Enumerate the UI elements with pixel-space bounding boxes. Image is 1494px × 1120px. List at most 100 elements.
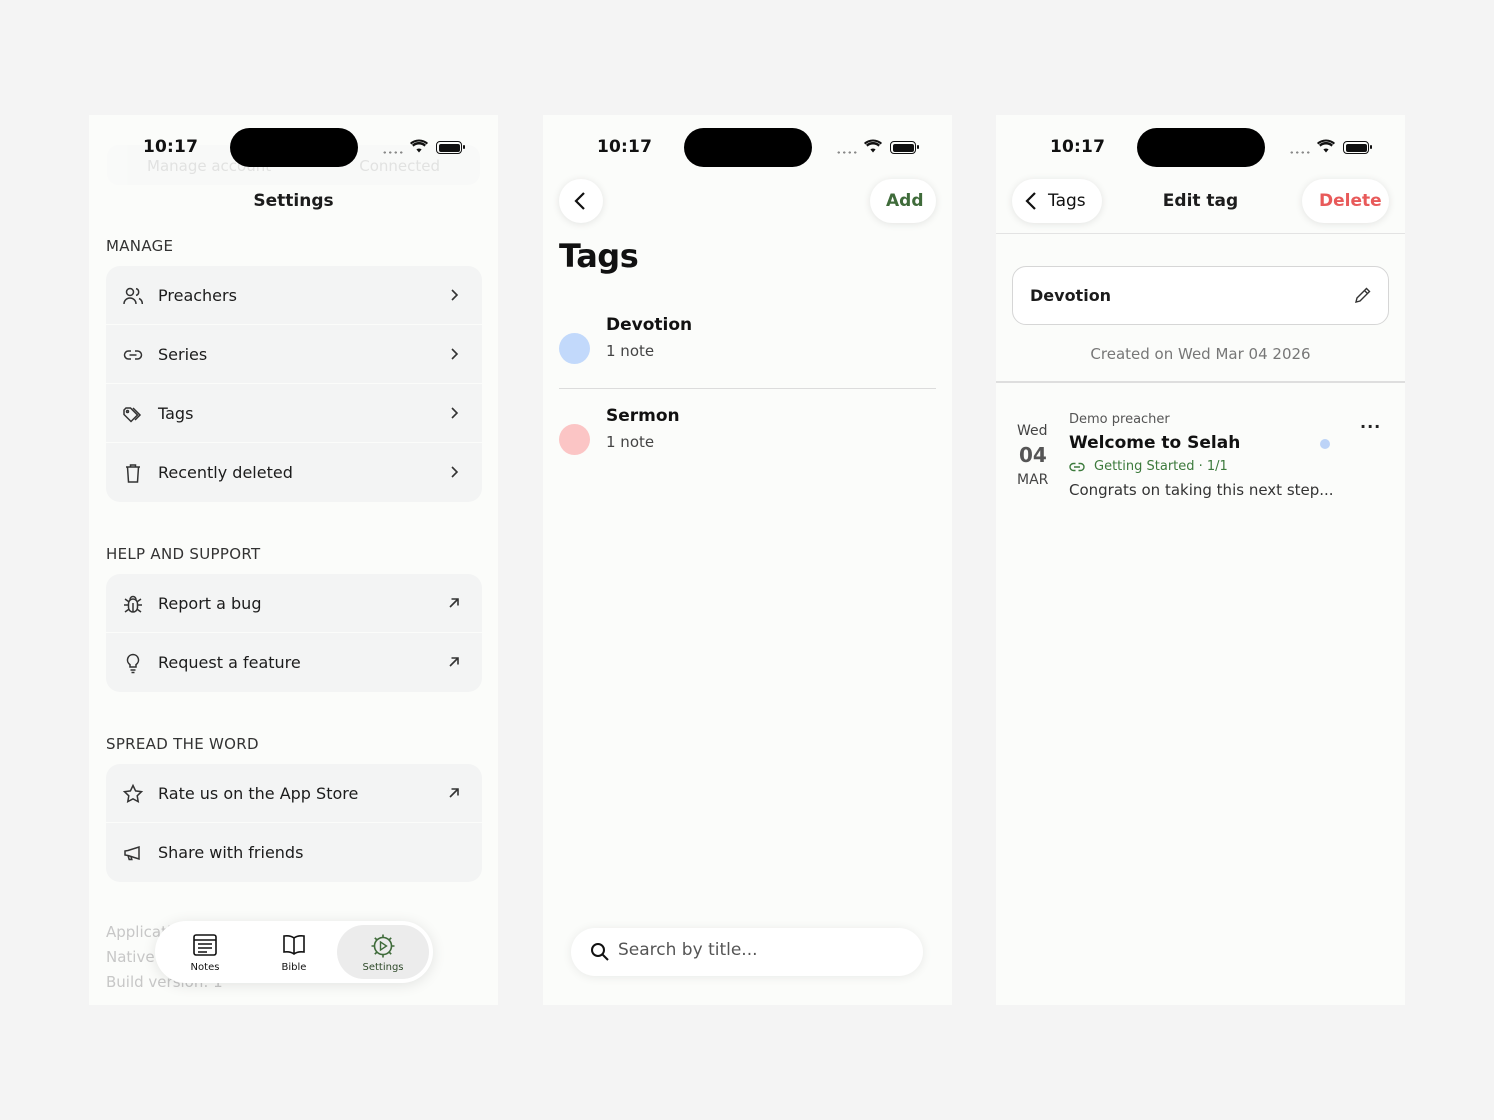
section-label-manage: MANAGE: [106, 237, 174, 255]
more-options-button[interactable]: ...: [1360, 413, 1381, 432]
search-bar: [571, 928, 923, 976]
status-time: 10:17: [143, 137, 199, 157]
page-title: Tags: [559, 237, 639, 275]
tab-notes[interactable]: Notes: [159, 925, 251, 979]
ghost-right-text: Connected: [359, 157, 440, 175]
status-icons: [1289, 139, 1372, 155]
chevron-right-icon: [451, 407, 459, 419]
settings-item-share[interactable]: Share with friends: [106, 823, 482, 882]
bug-icon: [124, 595, 142, 613]
external-arrow-icon: [449, 598, 459, 608]
delete-label: Delete: [1319, 191, 1382, 211]
settings-item-series[interactable]: Series: [106, 325, 482, 384]
section-divider: [996, 381, 1405, 383]
page-title: Settings: [253, 191, 334, 211]
tag-count: 1 note: [606, 433, 655, 451]
tag-name: Sermon: [606, 406, 680, 426]
settings-item-label: Share with friends: [158, 843, 304, 862]
settings-item-preachers[interactable]: Preachers: [106, 266, 482, 325]
external-arrow-icon: [449, 657, 459, 667]
signal-dots-icon: [1289, 151, 1311, 154]
wifi-icon: [410, 139, 428, 153]
status-time: 10:17: [597, 137, 653, 157]
note-snippet: Congrats on taking this next step...: [1069, 481, 1334, 499]
battery-icon: [1343, 141, 1372, 154]
edit-tag-screen: 10:17 Tags Edit tag Delete Created on We…: [996, 115, 1405, 1005]
settings-item-label: Report a bug: [158, 593, 262, 613]
tag-name-field: [1012, 266, 1389, 325]
chevron-right-icon: [451, 289, 459, 301]
manage-group: Preachers Series Tags Recently deleted: [106, 266, 482, 502]
settings-item-rate-app[interactable]: Rate us on the App Store: [106, 764, 482, 823]
tab-bar: Notes Bible Settings: [155, 921, 433, 983]
tab-bible[interactable]: Bible: [248, 925, 340, 979]
dynamic-island: [230, 128, 358, 167]
wifi-icon: [1317, 139, 1335, 153]
settings-gear-icon: [371, 934, 395, 958]
tag-row-sermon[interactable]: Sermon 1 note: [559, 402, 936, 492]
settings-item-report-bug[interactable]: Report a bug: [106, 574, 482, 633]
chevron-right-icon: [451, 348, 459, 360]
settings-screen: Manage account Connected 10:17 Settings …: [89, 115, 498, 1005]
tag-divider: [559, 388, 936, 389]
settings-item-label: Preachers: [158, 285, 237, 305]
search-icon: [591, 943, 609, 961]
tag-name: Devotion: [606, 315, 693, 335]
tag-color-dot: [559, 424, 590, 455]
section-label-spread: SPREAD THE WORD: [106, 735, 259, 753]
note-day: 04: [1019, 443, 1047, 467]
external-arrow-icon: [449, 788, 459, 798]
users-icon: [123, 287, 144, 305]
note-title: Welcome to Selah: [1069, 433, 1241, 453]
created-date: Created on Wed Mar 04 2026: [1090, 345, 1311, 363]
dynamic-island: [684, 128, 812, 167]
settings-item-recently-deleted[interactable]: Recently deleted: [106, 443, 482, 502]
chevron-right-icon: [451, 466, 459, 478]
battery-icon: [436, 141, 465, 154]
trash-icon: [126, 464, 140, 483]
note-card[interactable]: Wed 04 MAR Demo preacher Welcome to Sela…: [996, 405, 1405, 515]
note-month: MAR: [1017, 472, 1049, 488]
note-series: Getting Started · 1/1: [1094, 459, 1228, 474]
note-preacher: Demo preacher: [1069, 412, 1170, 427]
note-weekday: Wed: [1017, 423, 1048, 439]
settings-item-request-feature[interactable]: Request a feature: [106, 633, 482, 692]
header-divider: [996, 233, 1405, 234]
delete-tag-button[interactable]: Delete: [1302, 179, 1389, 223]
settings-item-label: Series: [158, 344, 208, 364]
chevron-left-icon: [574, 192, 585, 210]
tab-label: Settings: [362, 962, 404, 973]
search-input[interactable]: [618, 940, 908, 960]
pencil-icon[interactable]: [1354, 286, 1372, 304]
signal-dots-icon: [382, 151, 404, 154]
status-time: 10:17: [1050, 137, 1106, 157]
settings-item-tags[interactable]: Tags: [106, 384, 482, 443]
signal-dots-icon: [836, 151, 858, 154]
settings-item-label: Request a feature: [158, 653, 301, 672]
tab-settings[interactable]: Settings: [337, 925, 429, 979]
settings-item-label: Tags: [158, 403, 194, 423]
tab-label: Notes: [190, 962, 220, 973]
back-button[interactable]: [559, 179, 603, 223]
link-icon: [123, 350, 143, 360]
help-group: Report a bug Request a feature: [106, 574, 482, 692]
tab-label: Bible: [281, 962, 307, 973]
status-icons: [836, 139, 919, 155]
settings-item-label: Recently deleted: [158, 463, 293, 482]
wifi-icon: [864, 139, 882, 153]
tag-count: 1 note: [606, 342, 655, 360]
link-icon: [1069, 462, 1085, 472]
tag-name-input[interactable]: [1030, 286, 1330, 305]
add-label: Add: [886, 191, 924, 211]
star-icon: [122, 783, 144, 803]
add-tag-button[interactable]: Add: [870, 179, 936, 223]
dynamic-island: [1137, 128, 1265, 167]
lightbulb-icon: [126, 653, 140, 674]
tags-icon: [123, 407, 142, 423]
settings-item-label: Rate us on the App Store: [158, 783, 359, 803]
spread-group: Rate us on the App Store Share with frie…: [106, 764, 482, 882]
section-label-help: HELP AND SUPPORT: [106, 545, 261, 563]
status-icons: [382, 139, 465, 155]
tags-screen: 10:17 Add Tags Devotion 1 note Sermon 1 …: [543, 115, 952, 1005]
notes-icon: [193, 934, 217, 956]
